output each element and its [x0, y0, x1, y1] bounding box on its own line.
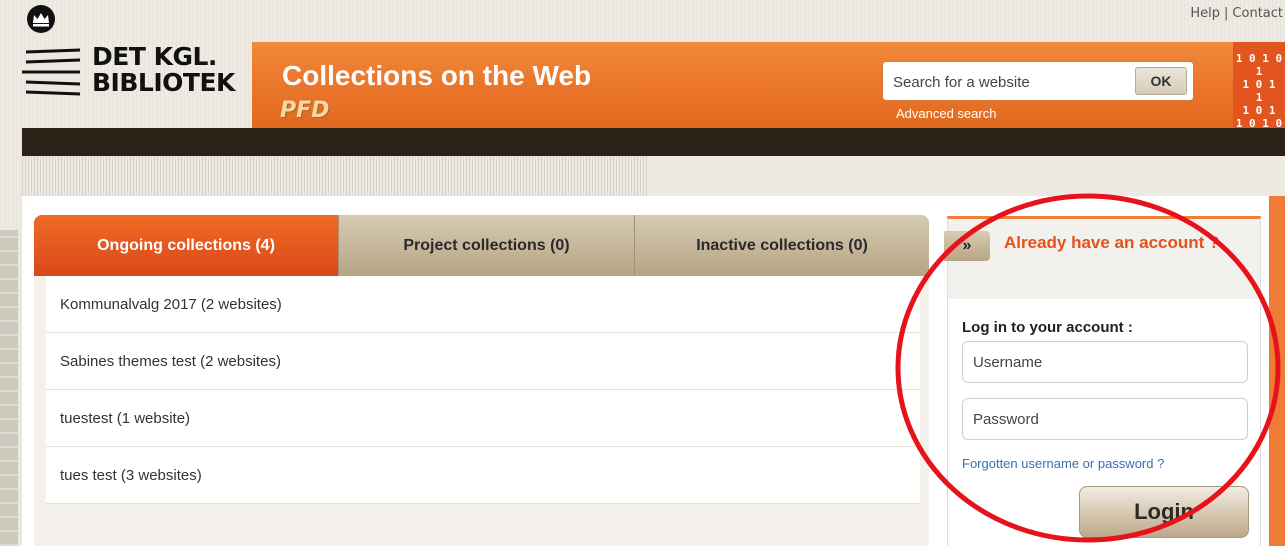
top-links-separator: | [1224, 6, 1229, 21]
collection-item[interactable]: Kommunalvalg 2017 (2 websites) [46, 276, 920, 333]
library-logo[interactable]: DET KGL. BIBLIOTEK [22, 40, 252, 100]
expand-login-button[interactable]: » [944, 231, 990, 261]
binary-row: 1 0 1 [1242, 104, 1276, 117]
logo-line-2: BIBLIOTEK [92, 68, 235, 97]
login-subhead: Log in to your account : [962, 319, 1133, 336]
binary-row: 1 0 1 [1242, 78, 1276, 91]
login-header: » Already have an account ? [944, 219, 1260, 299]
collection-list: Kommunalvalg 2017 (2 websites) Sabines t… [46, 276, 920, 504]
header-banner: Collections on the Web PFD OK Advanced s… [252, 42, 1285, 143]
left-decorative-strip [0, 230, 18, 546]
logo-lines-icon [22, 48, 81, 96]
collection-item[interactable]: Sabines themes test (2 websites) [46, 333, 920, 390]
top-links: Help | Contact [1190, 6, 1283, 21]
search-input[interactable] [893, 68, 1123, 96]
search-box: OK [882, 61, 1194, 101]
binary-icon: 1 0 1 0 1 1 0 1 1 1 0 1 1 0 1 0 1 [1233, 42, 1285, 143]
login-panel: » Already have an account ? Log in to yo… [944, 216, 1261, 546]
site-subtitle: PFD [280, 98, 330, 123]
tab-project-collections[interactable]: Project collections (0) [338, 215, 634, 276]
collection-tabs: Ongoing collections (4) Project collecti… [34, 215, 929, 276]
logo-text: DET KGL. BIBLIOTEK [92, 44, 235, 96]
site-title[interactable]: Collections on the Web [282, 60, 591, 92]
tab-ongoing-collections[interactable]: Ongoing collections (4) [34, 215, 338, 276]
binary-row: 1 [1255, 91, 1263, 104]
binary-row: 1 0 1 0 1 [1235, 52, 1283, 78]
collection-item[interactable]: tues test (3 websites) [46, 447, 920, 504]
tab-inactive-collections[interactable]: Inactive collections (0) [634, 215, 929, 276]
crown-icon [27, 5, 55, 33]
contact-link[interactable]: Contact [1232, 6, 1283, 21]
login-title: Already have an account ? [1004, 233, 1220, 252]
collections-card: Ongoing collections (4) Project collecti… [34, 215, 929, 546]
advanced-search-link[interactable]: Advanced search [896, 106, 996, 121]
password-field[interactable] [962, 398, 1248, 440]
right-accent-strip [1269, 196, 1285, 546]
forgot-credentials-link[interactable]: Forgotten username or password ? [962, 456, 1164, 471]
logo-line-1: DET KGL. [92, 42, 217, 71]
login-button[interactable]: Login [1079, 486, 1249, 538]
search-ok-button[interactable]: OK [1135, 67, 1187, 95]
collection-item[interactable]: tuestest (1 website) [46, 390, 920, 447]
plain-band [648, 156, 1285, 196]
help-link[interactable]: Help [1190, 6, 1220, 21]
username-field[interactable] [962, 341, 1248, 383]
navigation-bar [22, 128, 1285, 156]
